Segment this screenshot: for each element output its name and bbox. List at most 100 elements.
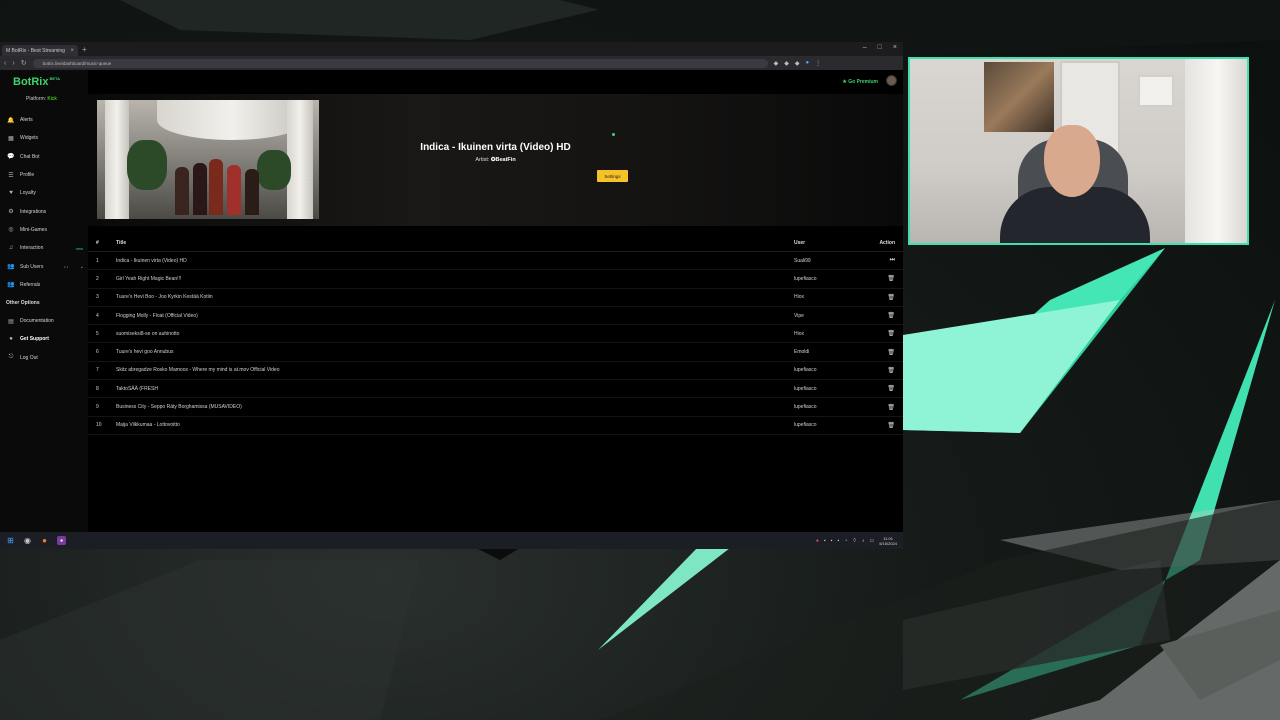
go-premium-button[interactable]: ★ Go Premium xyxy=(842,79,878,85)
extension-icon[interactable]: ◆ xyxy=(795,60,800,67)
sidebar-item-referrals[interactable]: 👥 Referrals xyxy=(0,276,88,294)
sidebar-item-widgets[interactable]: ▦ Widgets xyxy=(0,129,88,147)
volume-icon[interactable]: ♪ xyxy=(862,538,865,544)
sidebar-item-log-out[interactable]: ⎋ Log Out xyxy=(0,349,88,367)
table-row[interactable]: 5 suomiseksi8-se on auhinotto Hiox 🗑 xyxy=(88,325,903,344)
tab-close-icon[interactable]: × xyxy=(70,48,74,54)
new-badge: new xyxy=(75,245,83,251)
row-number-cell: 7 xyxy=(88,367,116,373)
extension-icon[interactable]: ◆ xyxy=(774,60,779,67)
table-row[interactable]: 9 Business City - Seppo Räty Borghamissa … xyxy=(88,398,903,417)
reload-icon[interactable]: ↻ xyxy=(21,59,27,67)
artist-name: ✪BeatFin xyxy=(490,157,516,163)
sidebar-item-sub-users[interactable]: 👥 Sub Users • • ⌄ xyxy=(0,257,88,275)
firefox-icon[interactable]: ● xyxy=(40,536,49,545)
gamepad-icon: ◎ xyxy=(8,227,14,234)
settings-button[interactable]: Settings xyxy=(597,170,628,182)
botrix-app: BotRixBETA Platform: Kick 🔔 Alerts ▦ Widget… xyxy=(0,70,903,536)
delete-icon[interactable]: 🗑 xyxy=(887,295,895,301)
column-number: # xyxy=(96,239,99,246)
table-row[interactable]: 4 Flogging Molly - Float (Official Video)… xyxy=(88,307,903,326)
wifi-icon[interactable]: ⌔ xyxy=(852,538,857,544)
sidebar-item-label: Mini-Games xyxy=(20,226,47,233)
sidebar-item-documentation[interactable]: ▤ Documentation xyxy=(0,312,88,330)
back-icon[interactable]: ‹ xyxy=(4,60,6,67)
row-number-cell: 3 xyxy=(88,294,116,300)
address-bar-row: ‹ › ↻ botrix.live/dashboard/music-queue … xyxy=(0,56,903,70)
row-title: Flogging Molly - Float (Official Video) xyxy=(116,312,198,319)
sidebar-item-get-support[interactable]: ● Get Support xyxy=(0,330,88,348)
table-row[interactable]: 6 Tuure's hevi goo Annubus Emoldi 🗑 xyxy=(88,343,903,362)
tray-icon[interactable]: ▪ xyxy=(837,538,839,544)
sidebar-item-mini-games[interactable]: ◎ Mini-Games xyxy=(0,221,88,239)
row-title: TaktoSÄÄ (FRESH xyxy=(116,385,158,392)
heart-icon: ♥ xyxy=(9,190,13,197)
row-user: Emoldi xyxy=(794,349,810,356)
tab-botrix[interactable]: M BotRix - Best Streaming × xyxy=(2,45,78,56)
profile-icon[interactable]: ● xyxy=(805,60,809,67)
window-controls: – □ × xyxy=(863,44,897,51)
table-row[interactable]: 3 Tuure's Hevi Boo - Joo Kyrkin Kestää Ko… xyxy=(88,289,903,307)
forward-icon[interactable]: › xyxy=(12,60,14,67)
delete-icon[interactable]: 🗑 xyxy=(887,386,895,392)
extension-icons: ◆ ◆ ◆ ● ⋮ xyxy=(774,60,822,67)
chevron-down-icon[interactable]: ⌄ xyxy=(80,264,84,270)
row-user: lupefiasco xyxy=(794,404,817,411)
band-member xyxy=(245,169,259,215)
sidebar-item-label: Interaction xyxy=(20,245,44,252)
sidebar-item-profile[interactable]: ☰ Profile xyxy=(0,166,88,184)
obs-icon[interactable]: ◉ xyxy=(23,536,32,545)
table-row[interactable]: 7 Skitz abregadze Rosko Mamoos - Where my… xyxy=(88,362,903,381)
app-icon[interactable]: ▪ xyxy=(57,536,66,545)
delete-icon[interactable]: 🗑 xyxy=(887,276,895,282)
row-number: 7 xyxy=(96,367,99,374)
extension-icon[interactable]: ◆ xyxy=(784,60,789,67)
tray-icon[interactable]: ● xyxy=(816,538,819,544)
sidebar-item-alerts[interactable]: 🔔 Alerts xyxy=(0,111,88,129)
windows-start-icon[interactable]: ⊞ xyxy=(6,536,15,545)
delete-icon[interactable]: 🗑 xyxy=(887,368,895,374)
close-window-button[interactable]: × xyxy=(893,44,897,51)
tray-icon[interactable]: ◔ xyxy=(844,538,847,544)
fullscreen-icon[interactable]: ⛶ xyxy=(305,176,311,186)
sidebar-item-chat-bot[interactable]: 💬 Chat Bot xyxy=(0,148,88,166)
sidebar-item-label: Loyalty xyxy=(20,190,36,197)
clock[interactable]: 11:01 5/15/2024 xyxy=(879,536,897,546)
tray-icon[interactable]: ▪ xyxy=(831,538,833,544)
sidebar-item-loyalty[interactable]: ♥ Loyalty xyxy=(0,184,88,202)
new-tab-button[interactable]: + xyxy=(82,45,87,54)
skip-icon[interactable]: ⏭ xyxy=(890,257,895,263)
delete-icon[interactable]: 🗑 xyxy=(887,313,895,319)
table-row[interactable]: 1 Indica - Ikuinen virta (Video) HD Suali9… xyxy=(88,252,903,271)
sidebar-item-interaction[interactable]: ♫ Interaction new xyxy=(0,239,88,257)
maximize-button[interactable]: □ xyxy=(878,44,882,51)
sidebar-item-label: Log Out xyxy=(20,354,38,361)
tray-icon[interactable]: ▪ xyxy=(824,538,826,544)
sidebar-item-integrations[interactable]: ⚙ Integrations xyxy=(0,202,88,220)
botrix-logo[interactable]: BotRixBETA xyxy=(13,76,60,88)
delete-icon[interactable]: 🗑 xyxy=(887,423,895,429)
row-title: Tuure's hevi goo Annubus xyxy=(116,349,174,356)
avatar[interactable] xyxy=(886,75,897,86)
table-row[interactable]: 8 TaktoSÄÄ (FRESH lupefiasco 🗑 xyxy=(88,380,903,399)
delete-icon[interactable]: 🗑 xyxy=(887,331,895,337)
sidebar-item-label: Referrals xyxy=(20,281,41,288)
row-title: Indica - Ikuinen virta (Video) HD xyxy=(116,257,187,264)
row-number: 4 xyxy=(96,312,99,319)
delete-icon[interactable]: 🗑 xyxy=(887,350,895,356)
row-number: 5 xyxy=(96,330,99,337)
delete-icon-cell: 🗑 xyxy=(863,404,903,411)
column-user: User xyxy=(794,239,806,246)
minimize-button[interactable]: – xyxy=(863,44,867,51)
row-title: suomiseksi8-se on auhinotto xyxy=(116,330,180,337)
row-title-cell: Flogging Molly - Float (Official Video) xyxy=(116,313,793,319)
url-input[interactable]: botrix.live/dashboard/music-queue xyxy=(32,58,768,68)
table-row[interactable]: 10 Maija Vilkkumaa - Lottovoitto lupefiasc… xyxy=(88,417,903,435)
delete-icon-cell: 🗑 xyxy=(863,294,903,301)
delete-icon[interactable]: 🗑 xyxy=(887,405,895,411)
battery-icon[interactable]: ▭ xyxy=(869,538,874,544)
sidebar-item-label: Chat Bot xyxy=(20,153,40,160)
browser-menu-icon[interactable]: ⋮ xyxy=(815,60,821,67)
table-row[interactable]: 2 Girl Yeah Right Magic Bean!!! lupefiasco… xyxy=(88,270,903,289)
system-tray: ● ▪ ▪ ▪ ◔ ⌔ ♪ ▭ 11:01 5/15/2024 xyxy=(816,536,903,546)
